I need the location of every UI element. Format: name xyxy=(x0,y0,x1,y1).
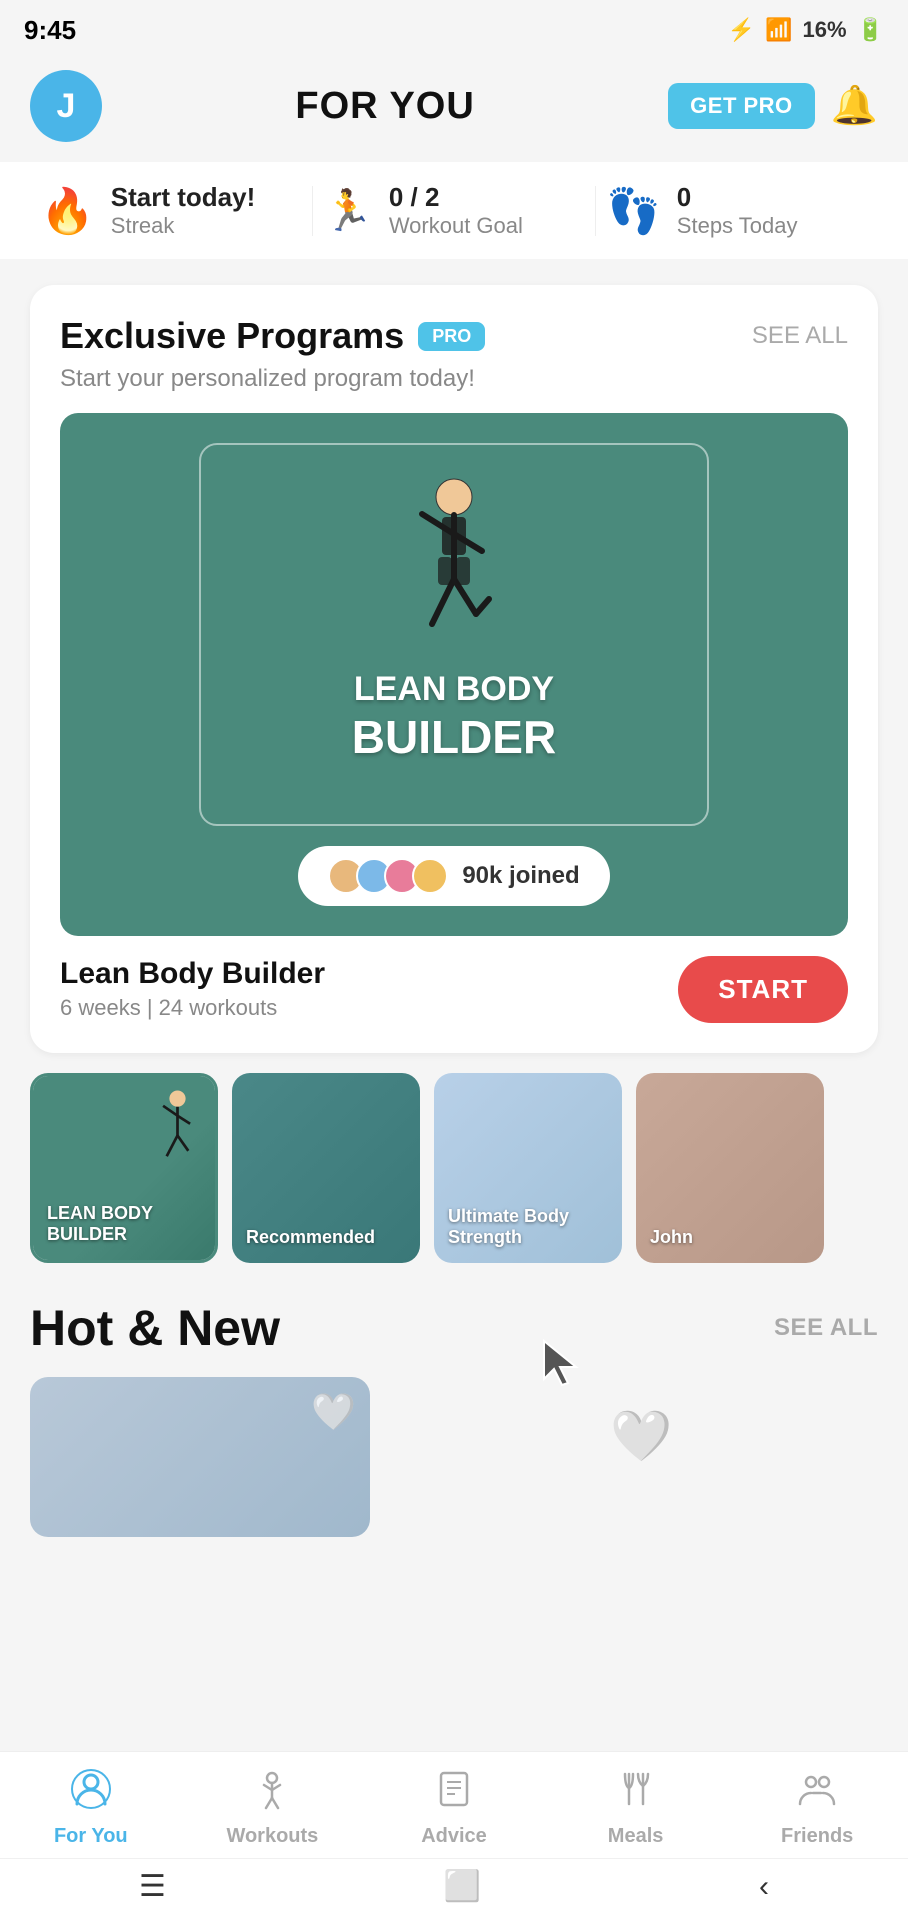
workouts-nav-icon xyxy=(251,1768,293,1819)
start-button[interactable]: START xyxy=(678,956,848,1023)
programs-title: Exclusive Programs xyxy=(60,315,404,357)
workout-goal-value: 0 / 2 xyxy=(389,182,523,213)
pro-badge: PRO xyxy=(418,322,485,351)
workout-goal-info: 0 / 2 Workout Goal xyxy=(389,182,523,239)
nav-item-meals[interactable]: Meals xyxy=(545,1768,727,1848)
steps-icon: 👣 xyxy=(606,185,661,237)
streak-stat: 🔥 Start today! Streak xyxy=(40,182,302,239)
get-pro-button[interactable]: GET PRO xyxy=(668,83,815,129)
heart-icon-1[interactable]: 🤍 xyxy=(311,1391,356,1433)
program-banner: LEAN BODY BUILDER 90k joined xyxy=(60,413,848,936)
bottom-nav: For You Workouts xyxy=(0,1751,908,1920)
programs-header: Exclusive Programs PRO SEE ALL xyxy=(60,315,848,357)
carousel-bg-2: Recommended xyxy=(232,1073,420,1263)
notification-bell-icon[interactable]: 🔔 xyxy=(831,84,878,128)
exclusive-programs-see-all[interactable]: SEE ALL xyxy=(752,322,848,350)
meals-nav-icon xyxy=(615,1768,657,1819)
system-nav-bar: ☰ ⬜ ‹ xyxy=(0,1858,908,1920)
system-home-icon[interactable]: ⬜ xyxy=(444,1869,481,1904)
bluetooth-icon: ⚡ xyxy=(728,17,755,43)
status-icons: ⚡ 📶 16% 🔋 xyxy=(728,17,884,43)
mini-avatar-4 xyxy=(412,858,448,894)
joined-avatars xyxy=(328,858,448,894)
workouts-nav-label: Workouts xyxy=(226,1825,318,1848)
nav-item-friends[interactable]: Friends xyxy=(726,1768,908,1848)
programs-subtitle: Start your personalized program today! xyxy=(60,365,848,393)
carousel-bg-4: John xyxy=(636,1073,824,1263)
carousel-label-2: Recommended xyxy=(246,1227,375,1249)
program-info-left: Lean Body Builder 6 weeks | 24 workouts xyxy=(60,957,678,1021)
system-menu-icon[interactable]: ☰ xyxy=(139,1869,166,1904)
carousel-row: LEAN BODYBUILDER Recommended Ultimate Bo… xyxy=(30,1073,878,1269)
for-you-nav-icon xyxy=(70,1768,112,1819)
steps-value: 0 xyxy=(677,182,798,213)
streak-info: Start today! Streak xyxy=(111,182,255,239)
program-info-detail: 6 weeks | 24 workouts xyxy=(60,995,678,1021)
joined-count: 90k joined xyxy=(462,862,579,890)
program-name-big: BUILDER xyxy=(352,710,556,764)
advice-nav-icon xyxy=(433,1768,475,1819)
nav-items: For You Workouts xyxy=(0,1752,908,1858)
joined-badge: 90k joined xyxy=(298,846,609,906)
stats-bar: 🔥 Start today! Streak 🏃 0 / 2 Workout Go… xyxy=(0,162,908,259)
nav-item-workouts[interactable]: Workouts xyxy=(182,1768,364,1848)
hot-new-title: Hot & New xyxy=(30,1299,280,1357)
program-info-row: Lean Body Builder 6 weeks | 24 workouts … xyxy=(60,956,848,1023)
hot-new-cards-row: 🤍 🤍 xyxy=(30,1377,878,1537)
hot-new-section-header: Hot & New SEE ALL xyxy=(30,1299,878,1357)
carousel-item-2[interactable]: Recommended xyxy=(232,1073,420,1263)
status-bar: 9:45 ⚡ 📶 16% 🔋 xyxy=(0,0,908,60)
battery-text: 16% xyxy=(803,17,847,43)
nav-item-advice[interactable]: Advice xyxy=(363,1768,545,1848)
stat-divider-2 xyxy=(595,186,596,236)
advice-nav-label: Advice xyxy=(421,1825,487,1848)
exclusive-programs-card: Exclusive Programs PRO SEE ALL Start you… xyxy=(30,285,878,1053)
program-info-name: Lean Body Builder xyxy=(60,957,678,991)
program-name: LEAN BODY xyxy=(354,669,554,710)
stat-divider-1 xyxy=(312,186,313,236)
fire-icon: 🔥 xyxy=(40,185,95,237)
carousel-item-1[interactable]: LEAN BODYBUILDER xyxy=(30,1073,218,1263)
carousel-figure-1 xyxy=(150,1086,205,1176)
battery-icon: 🔋 xyxy=(857,17,884,43)
main-content: Exclusive Programs PRO SEE ALL Start you… xyxy=(0,275,908,1547)
carousel-item-4[interactable]: John xyxy=(636,1073,824,1263)
page-title: FOR YOU xyxy=(295,85,474,128)
carousel-item-3[interactable]: Ultimate BodyStrength xyxy=(434,1073,622,1263)
cursor-arrow xyxy=(540,1337,580,1392)
status-time: 9:45 xyxy=(24,15,76,46)
for-you-nav-label: For You xyxy=(54,1825,128,1848)
hot-new-see-all[interactable]: SEE ALL xyxy=(774,1314,878,1342)
streak-value: Start today! xyxy=(111,182,255,213)
program-figure-icon xyxy=(394,469,514,669)
friends-nav-label: Friends xyxy=(781,1825,853,1848)
workout-goal-stat: 🏃 0 / 2 Workout Goal xyxy=(323,182,585,239)
carousel-label-1: LEAN BODYBUILDER xyxy=(47,1203,153,1246)
workout-goal-label: Workout Goal xyxy=(389,213,523,239)
programs-title-row: Exclusive Programs PRO xyxy=(60,315,485,357)
system-back-icon[interactable]: ‹ xyxy=(759,1870,769,1904)
steps-label: Steps Today xyxy=(677,213,798,239)
workout-icon: 🏃 xyxy=(323,187,373,234)
carousel-bg-1: LEAN BODYBUILDER xyxy=(33,1076,215,1260)
carousel-label-3: Ultimate BodyStrength xyxy=(448,1206,569,1249)
steps-info: 0 Steps Today xyxy=(677,182,798,239)
avatar[interactable]: J xyxy=(30,70,102,142)
friends-nav-icon xyxy=(796,1768,838,1819)
steps-stat: 👣 0 Steps Today xyxy=(606,182,868,239)
meals-nav-label: Meals xyxy=(608,1825,664,1848)
nav-item-for-you[interactable]: For You xyxy=(0,1768,182,1848)
heart-icon-right[interactable]: 🤍 xyxy=(610,1407,672,1466)
wifi-icon: 📶 xyxy=(765,17,792,43)
header: J FOR YOU GET PRO 🔔 xyxy=(0,60,908,162)
carousel-label-4: John xyxy=(650,1227,693,1249)
hot-new-card-1[interactable]: 🤍 xyxy=(30,1377,370,1537)
carousel-bg-3: Ultimate BodyStrength xyxy=(434,1073,622,1263)
program-card-inner: LEAN BODY BUILDER xyxy=(199,443,709,826)
header-right: GET PRO 🔔 xyxy=(668,83,878,129)
streak-label: Streak xyxy=(111,213,255,239)
